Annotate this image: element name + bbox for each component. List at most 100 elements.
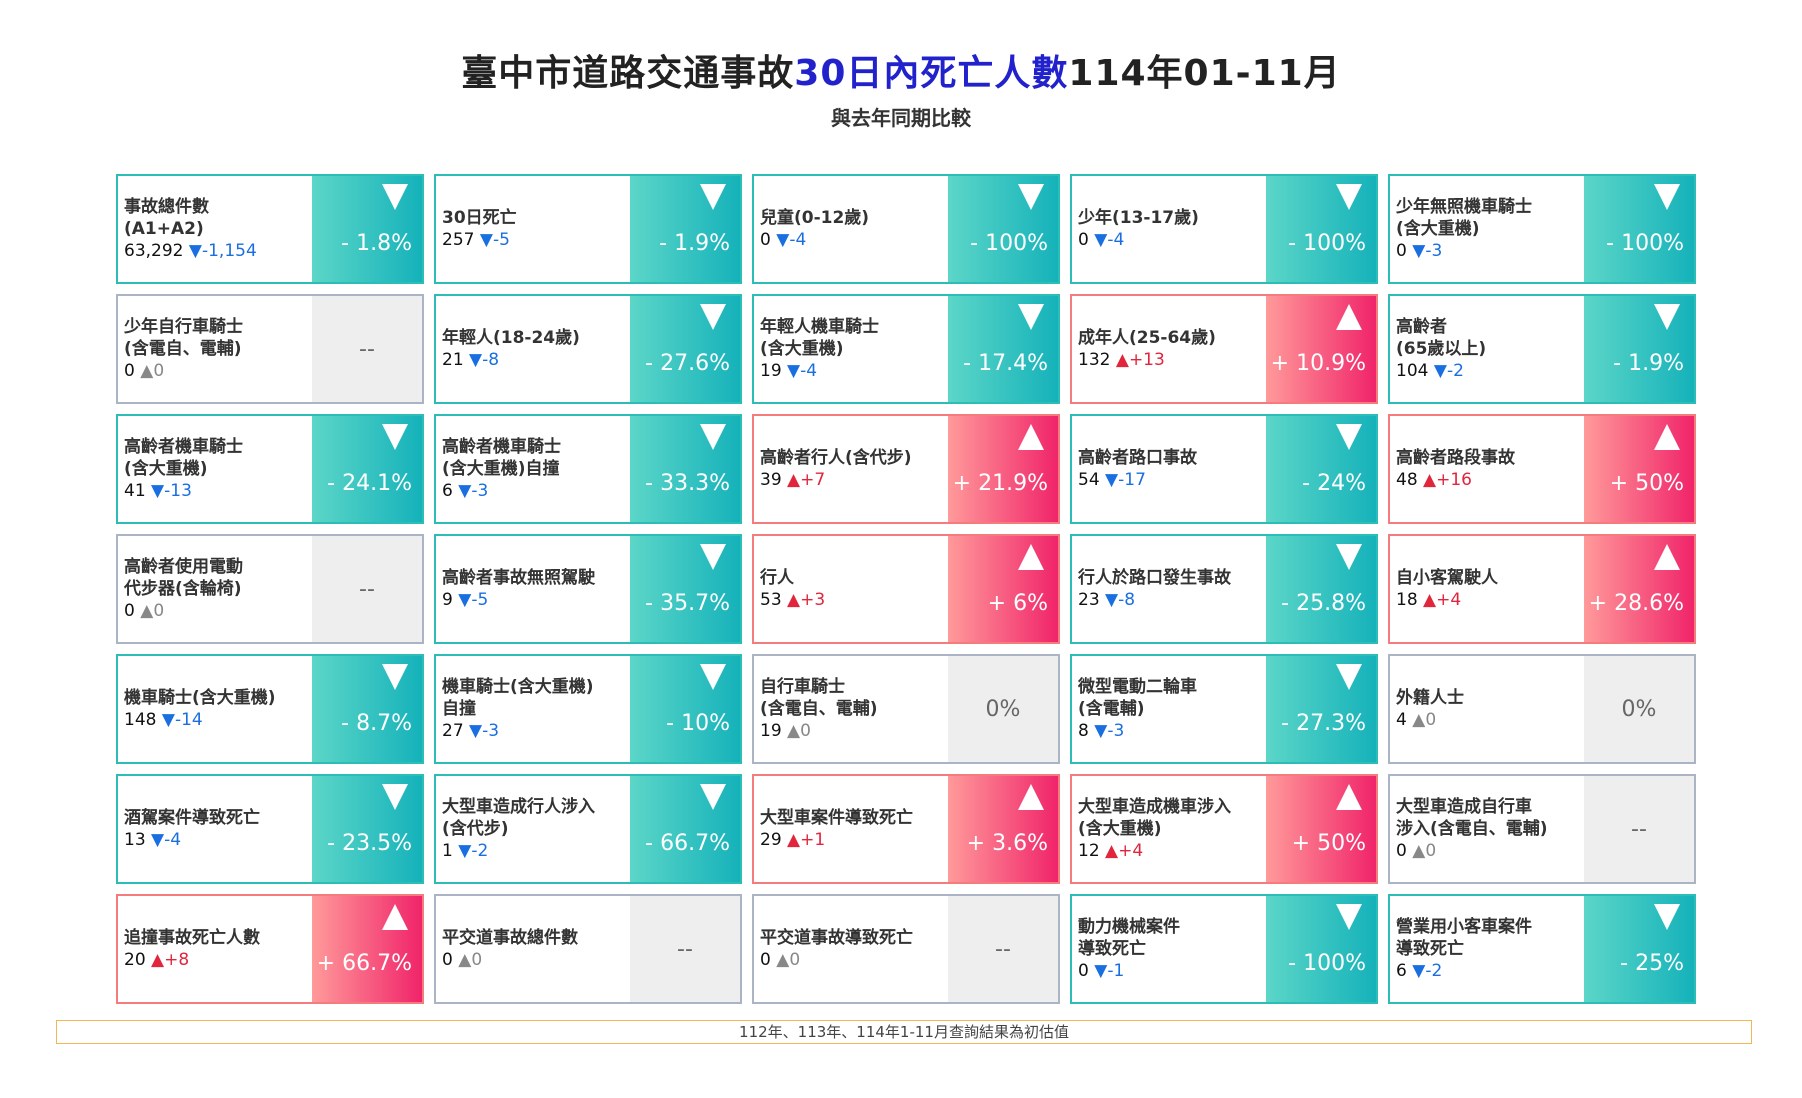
stat-value-line: 27 ▼-3 [442,720,626,742]
stat-card[interactable]: 動力機械案件 導致死亡 0 ▼-1 - 100% [1070,894,1378,1004]
stat-info: 少年自行車騎士 (含電自、電輔) 0 ▲0 [118,296,312,402]
stat-value-line: 0 ▼-3 [1396,240,1580,262]
stat-percent-panel: - 1.8% [312,176,422,282]
stat-value: 13 [124,830,146,850]
stat-percent-panel: - 25.8% [1266,536,1376,642]
triangle-up-icon [1018,544,1044,570]
stat-value-line: 12 ▲+4 [1078,840,1262,862]
stat-card[interactable]: 自行車騎士 (含電自、電輔) 19 ▲0 0% [752,654,1060,764]
stat-card[interactable]: 年輕人機車騎士 (含大重機) 19 ▼-4 - 17.4% [752,294,1060,404]
stat-card[interactable]: 平交道事故導致死亡 0 ▲0 -- [752,894,1060,1004]
stat-card[interactable]: 大型車造成行人涉入 (含代步) 1 ▼-2 - 66.7% [434,774,742,884]
arrow-up-icon: ▲ [1406,841,1426,861]
arrow-down-icon: ▼ [145,481,165,501]
stat-change: -2 [1425,961,1443,981]
stat-card[interactable]: 微型電動二輪車 (含電輔) 8 ▼-3 - 27.3% [1070,654,1378,764]
stat-percent-panel: - 100% [1584,176,1694,282]
stat-info: 高齡者事故無照駕駛 9 ▼-5 [436,536,630,642]
stat-percent-panel: -- [312,536,422,642]
arrow-down-icon: ▼ [183,241,202,261]
stat-change: 0 [471,950,483,970]
stat-value-line: 0 ▲0 [442,949,626,971]
triangle-down-icon [1654,904,1680,930]
stat-change: 0 [153,601,165,621]
stat-info: 自小客駕駛人 18 ▲+4 [1390,536,1584,642]
stat-card[interactable]: 自小客駕駛人 18 ▲+4 + 28.6% [1388,534,1696,644]
stat-percent: -- [359,576,375,602]
stat-card[interactable]: 大型車案件導致死亡 29 ▲+1 + 3.6% [752,774,1060,884]
stat-percent: - 25% [1620,951,1684,976]
stat-percent: + 10.9% [1270,351,1366,376]
stat-value: 8 [1078,721,1089,741]
stat-card[interactable]: 少年自行車騎士 (含電自、電輔) 0 ▲0 -- [116,294,424,404]
stat-name: 高齡者機車騎士 (含大重機) [124,437,243,479]
stat-name: 高齡者事故無照駕駛 [442,568,595,588]
triangle-down-icon [1336,544,1362,570]
stat-card[interactable]: 機車騎士(含大重機) 自撞 27 ▼-3 - 10% [434,654,742,764]
stat-info: 高齡者使用電動 代步器(含輪椅) 0 ▲0 [118,536,312,642]
stat-info: 高齡者路口事故 54 ▼-17 [1072,416,1266,522]
stat-info: 高齡者行人(含代步) 39 ▲+7 [754,416,948,522]
stat-name: 兒童(0-12歲) [760,208,870,228]
stat-name: 機車騎士(含大重機) 自撞 [442,677,594,719]
arrow-down-icon: ▼ [452,841,472,861]
triangle-up-icon [1336,304,1362,330]
arrow-down-icon: ▼ [452,481,472,501]
stat-percent: -- [677,936,693,962]
stat-card[interactable]: 事故總件數 (A1+A2) 63,292 ▼-1,154 - 1.8% [116,174,424,284]
stat-card[interactable]: 高齡者 (65歲以上) 104 ▼-2 - 1.9% [1388,294,1696,404]
stat-card[interactable]: 少年(13-17歲) 0 ▼-4 - 100% [1070,174,1378,284]
stat-card[interactable]: 機車騎士(含大重機) 148 ▼-14 - 8.7% [116,654,424,764]
stat-card[interactable]: 高齡者路口事故 54 ▼-17 - 24% [1070,414,1378,524]
stat-card[interactable]: 兒童(0-12歲) 0 ▼-4 - 100% [752,174,1060,284]
stat-card[interactable]: 高齡者行人(含代步) 39 ▲+7 + 21.9% [752,414,1060,524]
stat-name: 高齡者 (65歲以上) [1396,317,1487,359]
stat-card[interactable]: 成年人(25-64歲) 132 ▲+13 + 10.9% [1070,294,1378,404]
stat-percent: - 35.7% [645,591,730,616]
stat-value: 53 [760,590,782,610]
stat-card[interactable]: 30日死亡 257 ▼-5 - 1.9% [434,174,742,284]
stat-card[interactable]: 年輕人(18-24歲) 21 ▼-8 - 27.6% [434,294,742,404]
stat-percent-panel: + 50% [1266,776,1376,882]
stat-card[interactable]: 高齡者路段事故 48 ▲+16 + 50% [1388,414,1696,524]
stat-value: 21 [442,350,464,370]
triangle-down-icon [1654,184,1680,210]
stat-card[interactable]: 外籍人士 4 ▲0 0% [1388,654,1696,764]
stat-value: 27 [442,721,464,741]
stat-value-line: 0 ▲0 [124,600,308,622]
stat-percent-panel: - 27.6% [630,296,740,402]
stat-card[interactable]: 高齡者使用電動 代步器(含輪椅) 0 ▲0 -- [116,534,424,644]
stat-card[interactable]: 少年無照機車騎士 (含大重機) 0 ▼-3 - 100% [1388,174,1696,284]
stat-percent: - 1.8% [341,231,412,256]
stat-info: 追撞事故死亡人數 20 ▲+8 [118,896,312,1002]
stat-card[interactable]: 高齡者機車騎士 (含大重機)自撞 6 ▼-3 - 33.3% [434,414,742,524]
stat-percent: - 24.1% [327,471,412,496]
stat-card[interactable]: 大型車造成自行車 涉入(含電自、電輔) 0 ▲0 -- [1388,774,1696,884]
stat-name: 少年無照機車騎士 (含大重機) [1396,197,1532,239]
stat-card[interactable]: 平交道事故總件數 0 ▲0 -- [434,894,742,1004]
stat-change: +13 [1128,350,1165,370]
stat-name: 行人 [760,568,794,588]
stat-card[interactable]: 行人 53 ▲+3 + 6% [752,534,1060,644]
stat-change: 0 [1425,841,1437,861]
stat-card[interactable]: 酒駕案件導致死亡 13 ▼-4 - 23.5% [116,774,424,884]
stat-value: 257 [442,230,475,250]
triangle-up-icon [1336,784,1362,810]
stat-card[interactable]: 高齡者事故無照駕駛 9 ▼-5 - 35.7% [434,534,742,644]
stat-card[interactable]: 大型車造成機車涉入 (含大重機) 12 ▲+4 + 50% [1070,774,1378,884]
stat-card[interactable]: 行人於路口發生事故 23 ▼-8 - 25.8% [1070,534,1378,644]
stat-card[interactable]: 追撞事故死亡人數 20 ▲+8 + 66.7% [116,894,424,1004]
stat-info: 少年無照機車騎士 (含大重機) 0 ▼-3 [1390,176,1584,282]
stat-value: 48 [1396,470,1418,490]
stat-card[interactable]: 營業用小客車案件 導致死亡 6 ▼-2 - 25% [1388,894,1696,1004]
stat-value: 19 [760,361,782,381]
stat-value: 0 [1078,961,1089,981]
stat-card[interactable]: 高齡者機車騎士 (含大重機) 41 ▼-13 - 24.1% [116,414,424,524]
stat-value-line: 9 ▼-5 [442,589,626,611]
page-title: 臺中市道路交通事故30日內死亡人數114年01-11月 [0,50,1802,98]
stat-percent-panel: - 25% [1584,896,1694,1002]
stat-change: -5 [492,230,510,250]
stat-info: 大型車造成機車涉入 (含大重機) 12 ▲+4 [1072,776,1266,882]
stat-value-line: 0 ▲0 [760,949,944,971]
stat-change: -1 [1107,961,1125,981]
